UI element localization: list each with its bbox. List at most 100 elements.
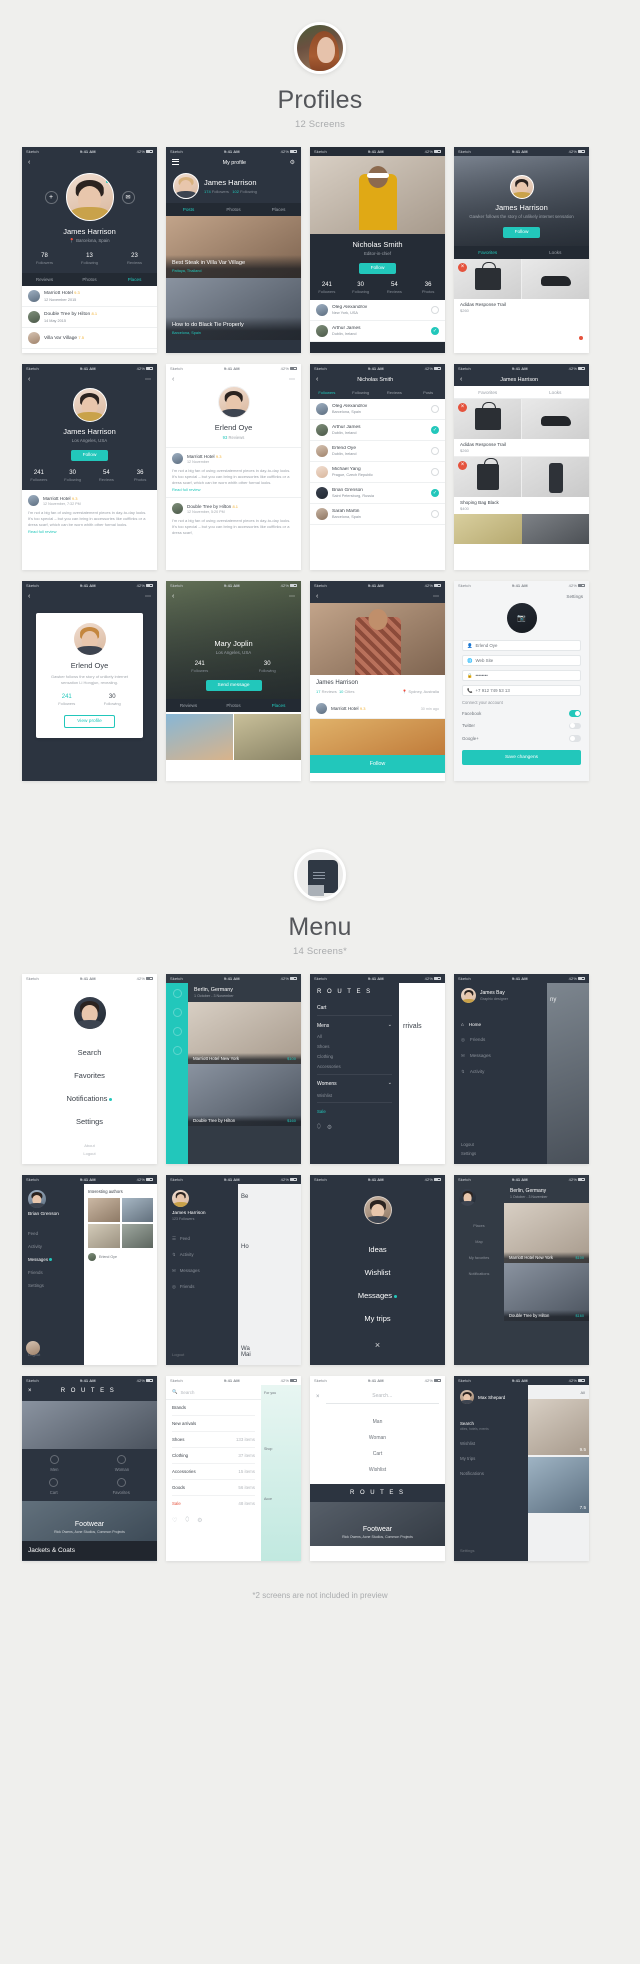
- filter-all[interactable]: All: [581, 1390, 585, 1395]
- list-item[interactable]: Brian Grenson Saint Petersburg, Russia ✓: [310, 483, 445, 504]
- back-icon[interactable]: ‹: [172, 376, 174, 383]
- list-item[interactable]: Marriott Hotel 9.3 12 November 2015: [22, 286, 157, 307]
- menu-rail[interactable]: [166, 983, 188, 1164]
- bag-icon[interactable]: ⬯: [185, 1517, 189, 1524]
- account-row[interactable]: Facebook: [462, 707, 581, 720]
- bag-icon[interactable]: ⬯: [317, 1124, 321, 1131]
- screen-post-detail[interactable]: Sketch 9:41 AM 42% ‹ ⋯ James Harrison 17 R…: [310, 581, 445, 781]
- gear-icon[interactable]: ⚙: [327, 1124, 332, 1131]
- screen-menu-search-overlay[interactable]: Sketch 9:41 AM 42% × Search... Man Woman …: [310, 1376, 445, 1561]
- account-row[interactable]: Twitter: [462, 720, 581, 733]
- name-field[interactable]: 👤 Erlend Oye: [462, 640, 581, 651]
- tab-photos[interactable]: Photos: [211, 703, 256, 708]
- product-card[interactable]: [522, 457, 589, 497]
- tab-reviews[interactable]: Reviews: [22, 277, 67, 282]
- tab-places[interactable]: Places: [256, 207, 301, 212]
- bell-icon[interactable]: [172, 1046, 182, 1055]
- gear-icon[interactable]: ⚙: [290, 159, 295, 166]
- list-item[interactable]: Oleg Alexandrov New York, USA: [310, 300, 445, 321]
- category-row[interactable]: New arrivals: [172, 1416, 255, 1432]
- menu-item-messages[interactable]: ✉ Messages: [172, 1263, 232, 1279]
- screen-profile-review[interactable]: Sketch 9:41 AM 42% ‹ ⋯ James Harrison Los …: [22, 364, 157, 570]
- category-jackets[interactable]: Jackets & Coats: [22, 1541, 157, 1560]
- close-icon[interactable]: ×: [316, 1394, 320, 1400]
- screen-settings[interactable]: Sketch 9:41 AM 42% Settings 📷 👤 Erlend Oye…: [454, 581, 589, 781]
- follow-toggle-active[interactable]: ✓: [431, 489, 439, 497]
- category-row[interactable]: Shoes 133 items: [172, 1432, 255, 1448]
- message-icon[interactable]: ✉: [121, 190, 135, 204]
- menu-item-activity[interactable]: ↯ Activity: [172, 1247, 232, 1263]
- back-icon[interactable]: ‹: [316, 376, 318, 383]
- follow-toggle[interactable]: [431, 468, 439, 476]
- tab-posts[interactable]: Posts: [411, 390, 445, 395]
- menu-item-activity[interactable]: Activity: [28, 1240, 78, 1253]
- menu-item-wishlist[interactable]: Wishlist: [460, 1436, 522, 1451]
- hotel-card[interactable]: Marriott Hotel New York $100: [504, 1203, 589, 1263]
- tab-looks[interactable]: Looks: [522, 390, 590, 395]
- back-icon[interactable]: ‹: [28, 376, 30, 383]
- menu-item-cart[interactable]: Cart: [310, 1446, 445, 1462]
- map-icon[interactable]: [172, 1008, 182, 1017]
- list-item[interactable]: Marriott Hotel 9.3 30 min ago: [310, 699, 445, 719]
- tab-bar[interactable]: Favorites Looks: [454, 246, 589, 259]
- product-card[interactable]: ×: [454, 457, 522, 497]
- menu-item-cart[interactable]: Cart: [317, 1005, 392, 1016]
- facebook-toggle[interactable]: [569, 710, 581, 717]
- feature-card[interactable]: Footwear Rick Owens, Acne Studios, Commo…: [22, 1501, 157, 1541]
- menu-item-friends[interactable]: ◎ Friends: [461, 1032, 540, 1048]
- tab-bar[interactable]: Followers Following Reviews Posts: [310, 386, 445, 399]
- category-row[interactable]: Goods 56 items: [172, 1480, 255, 1496]
- menu-item-ideas[interactable]: Ideas: [310, 1238, 445, 1261]
- website-field[interactable]: 🌐 Web Site: [462, 655, 581, 666]
- menu-item-woman[interactable]: Woman: [115, 1455, 129, 1472]
- screen-looks-grid[interactable]: Sketch 9:41 AM 42% ‹ James Harrison Favori…: [454, 364, 589, 570]
- hotel-card[interactable]: 7.5: [528, 1457, 589, 1513]
- menu-item-friends[interactable]: ◎ Friends: [172, 1279, 232, 1295]
- menu-item-my-favorites[interactable]: My favorites: [459, 1250, 499, 1266]
- tab-photos[interactable]: Photos: [211, 207, 256, 212]
- read-more-link[interactable]: Read full review: [28, 529, 151, 534]
- list-item[interactable]: Sarah Martin Barcelona, Spain: [310, 504, 445, 525]
- menu-item-search[interactable]: Search: [32, 1041, 147, 1064]
- hotel-card[interactable]: Marriott Hotel New York $100: [188, 1002, 301, 1064]
- menu-item-settings[interactable]: Settings: [28, 1279, 78, 1292]
- screen-followers-list[interactable]: Sketch 9:41 AM 42% ‹ Nicholas Smith Follow…: [310, 364, 445, 570]
- menu-item-accessories[interactable]: Accessories: [317, 1064, 392, 1075]
- send-message-button[interactable]: Send message: [205, 680, 262, 691]
- password-field[interactable]: 🔒 ••••••••: [462, 670, 581, 681]
- follow-toggle[interactable]: [431, 447, 439, 455]
- view-profile-button[interactable]: View profile: [64, 715, 115, 729]
- menu-item-settings[interactable]: Settings: [460, 1548, 474, 1553]
- menu-item-notifications[interactable]: Notifications: [32, 1087, 147, 1110]
- product-card[interactable]: [522, 399, 589, 439]
- follow-toggle[interactable]: [431, 306, 439, 314]
- remove-icon[interactable]: ×: [458, 263, 467, 272]
- tab-bar[interactable]: Posts Photos Places: [166, 203, 301, 216]
- screen-reviews-light[interactable]: Sketch 9:41 AM 42% ‹ ⋯ Erlend Oye 93 Revie…: [166, 364, 301, 570]
- menu-item-logout[interactable]: Logout: [461, 1142, 476, 1147]
- search-input[interactable]: 🔍 Search: [166, 1385, 261, 1400]
- gear-icon[interactable]: ⚙: [197, 1517, 202, 1524]
- menu-group-mens[interactable]: Mens ⌄: [317, 1023, 392, 1030]
- hotel-card[interactable]: 9.5: [528, 1399, 589, 1455]
- tab-followers[interactable]: Followers: [310, 390, 344, 395]
- tab-places[interactable]: Places: [256, 703, 301, 708]
- screen-profile-detail[interactable]: Sketch 9:41 AM 42% ‹ + ✉ James Harrison …: [22, 147, 157, 353]
- screen-editor-profile[interactable]: Sketch9:41 AM 42% ‹⋯ Nicholas Smith Edit…: [310, 147, 445, 353]
- tab-favorites[interactable]: Favorites: [454, 250, 522, 255]
- menu-item-settings[interactable]: Settings: [461, 1151, 476, 1156]
- screen-menu-footwear[interactable]: Sketch 9:41 AM 42% × R O U T E S Men Woma…: [22, 1376, 157, 1561]
- menu-item-men[interactable]: Men: [49, 1455, 59, 1472]
- list-item[interactable]: Double Tree by Hilton 8.1 14 May 2015: [22, 307, 157, 328]
- menu-item-favorites[interactable]: Favorites: [32, 1064, 147, 1087]
- menu-item-logout[interactable]: Logout: [172, 1352, 184, 1357]
- category-row[interactable]: Clothing 37 items: [172, 1448, 255, 1464]
- menu-item-messages[interactable]: Messages: [310, 1284, 445, 1307]
- menu-item-logout[interactable]: Logout: [22, 1151, 157, 1156]
- screen-menu-trip-rail[interactable]: Sketch 9:41 AM 42% Places Map My favorite…: [454, 1175, 589, 1365]
- screen-menu-james[interactable]: Sketch 9:41 AM 42% James Harrison 123 Fol…: [166, 1175, 301, 1365]
- close-icon[interactable]: ×: [310, 1340, 445, 1350]
- back-icon[interactable]: ‹: [28, 159, 30, 166]
- tab-bar[interactable]: Reviews Photos Places: [22, 273, 157, 286]
- tab-favorites[interactable]: Favorites: [454, 390, 522, 395]
